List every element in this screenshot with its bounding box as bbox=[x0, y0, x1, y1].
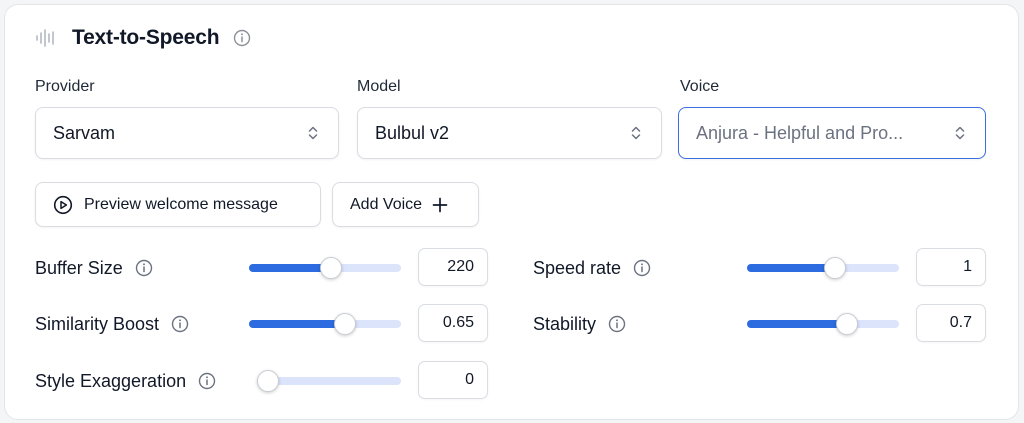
stability-label: Stability bbox=[533, 312, 626, 336]
speed-rate-text: Speed rate bbox=[533, 257, 622, 278]
voice-label: Voice bbox=[680, 78, 720, 95]
slider-thumb[interactable] bbox=[824, 257, 846, 279]
section-title: Text-to-Speech bbox=[72, 26, 220, 49]
section-header: Text-to-Speech bbox=[35, 23, 251, 53]
provider-value: Sarvam bbox=[53, 122, 116, 143]
buffer-size-input[interactable]: 220 bbox=[418, 248, 488, 286]
info-icon[interactable] bbox=[608, 315, 626, 333]
chevron-up-down-icon bbox=[955, 126, 965, 140]
buffer-size-label: Buffer Size bbox=[35, 256, 153, 280]
speed-rate-input[interactable]: 1 bbox=[916, 248, 986, 286]
stability-slider[interactable] bbox=[747, 312, 899, 336]
slider-fill bbox=[747, 264, 835, 272]
slider-fill bbox=[249, 320, 345, 328]
chevron-up-down-icon bbox=[308, 126, 318, 140]
similarity-boost-slider[interactable] bbox=[249, 312, 401, 336]
style-exaggeration-label: Style Exaggeration bbox=[35, 369, 216, 393]
plus-icon bbox=[432, 197, 448, 212]
provider-label: Provider bbox=[35, 78, 95, 95]
similarity-boost-label: Similarity Boost bbox=[35, 312, 189, 336]
model-value: Bulbul v2 bbox=[375, 122, 450, 143]
preview-welcome-label: Preview welcome message bbox=[84, 195, 278, 213]
slider-fill bbox=[747, 320, 847, 328]
info-icon[interactable] bbox=[233, 29, 251, 47]
slider-thumb[interactable] bbox=[257, 370, 279, 392]
slider-thumb[interactable] bbox=[320, 257, 342, 279]
info-icon[interactable] bbox=[198, 372, 216, 390]
info-icon[interactable] bbox=[135, 259, 153, 277]
tts-settings-card: Text-to-Speech Provider Sarvam Model Bul… bbox=[4, 4, 1019, 420]
slider-fill bbox=[249, 264, 331, 272]
stability-text: Stability bbox=[533, 313, 597, 334]
speed-rate-slider[interactable] bbox=[747, 256, 899, 280]
buffer-size-slider[interactable] bbox=[249, 256, 401, 280]
voice-value: Anjura - Helpful and Pro... bbox=[696, 122, 904, 143]
play-circle-icon bbox=[53, 195, 73, 214]
voice-select[interactable]: Anjura - Helpful and Pro... bbox=[678, 107, 986, 159]
buffer-size-text: Buffer Size bbox=[35, 257, 123, 278]
preview-welcome-button[interactable]: Preview welcome message bbox=[35, 182, 321, 227]
add-voice-label: Add Voice bbox=[350, 195, 423, 213]
style-exaggeration-slider[interactable] bbox=[257, 369, 401, 393]
style-exaggeration-input[interactable]: 0 bbox=[418, 361, 488, 399]
chevron-up-down-icon bbox=[631, 126, 641, 140]
similarity-boost-text: Similarity Boost bbox=[35, 313, 160, 334]
info-icon[interactable] bbox=[171, 315, 189, 333]
audio-wave-icon bbox=[36, 29, 54, 47]
add-voice-button[interactable]: Add Voice bbox=[332, 182, 479, 227]
style-exaggeration-text: Style Exaggeration bbox=[35, 370, 187, 391]
speed-rate-label: Speed rate bbox=[533, 256, 651, 280]
model-select[interactable]: Bulbul v2 bbox=[357, 107, 662, 159]
model-label: Model bbox=[357, 78, 401, 95]
slider-thumb[interactable] bbox=[836, 313, 858, 335]
info-icon[interactable] bbox=[633, 259, 651, 277]
similarity-boost-input[interactable]: 0.65 bbox=[418, 304, 488, 342]
slider-thumb[interactable] bbox=[334, 313, 356, 335]
stability-input[interactable]: 0.7 bbox=[916, 304, 986, 342]
provider-select[interactable]: Sarvam bbox=[35, 107, 339, 159]
